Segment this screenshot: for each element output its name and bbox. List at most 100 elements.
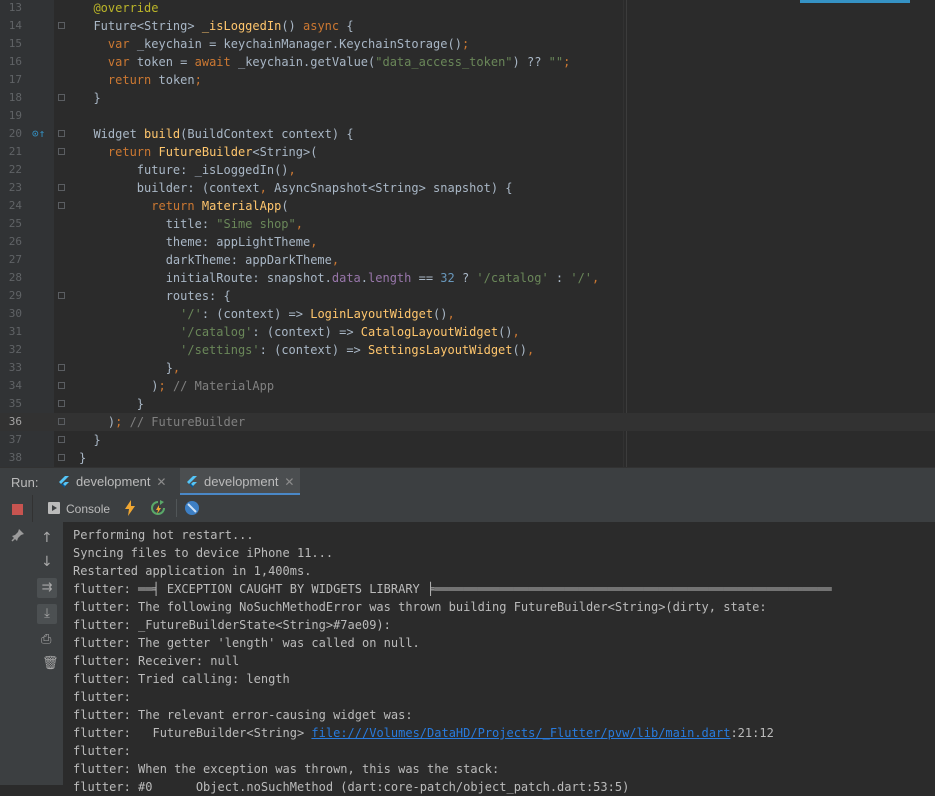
code-line[interactable]: 24 return MaterialApp( bbox=[0, 197, 935, 215]
code-text: return MaterialApp( bbox=[151, 199, 289, 213]
console-line: Performing hot restart... bbox=[73, 526, 254, 544]
code-text: future: _isLoggedIn(), bbox=[79, 163, 296, 177]
code-line[interactable]: 18 } bbox=[0, 89, 935, 107]
code-text: initialRoute: snapshot.data.length == 32… bbox=[79, 271, 600, 285]
line-number: 29 bbox=[8, 289, 22, 302]
close-icon[interactable]: ✕ bbox=[284, 468, 294, 496]
code-line[interactable]: 38} bbox=[0, 449, 935, 467]
code-line[interactable]: 26 theme: appLightTheme, bbox=[0, 233, 935, 251]
code-line[interactable]: 21 return FutureBuilder<String>( bbox=[0, 143, 935, 161]
run-label: Run: bbox=[11, 475, 39, 490]
dart-devtools-icon[interactable] bbox=[184, 500, 200, 516]
code-line[interactable]: 32 '/settings': (context) => SettingsLay… bbox=[0, 341, 935, 359]
console-text: Performing hot restart... bbox=[73, 528, 254, 542]
line-number: 33 bbox=[8, 361, 22, 374]
fold-marker-icon[interactable] bbox=[58, 418, 65, 425]
code-line[interactable]: 25 title: "Sime shop", bbox=[0, 215, 935, 233]
code-text: return token; bbox=[107, 73, 202, 87]
console-output[interactable]: Performing hot restart... Syncing files t… bbox=[63, 522, 935, 794]
hot-reload-icon[interactable] bbox=[124, 500, 136, 516]
console-line: flutter: When the exception was thrown, … bbox=[73, 760, 499, 778]
console-line: flutter: The following NoSuchMethodError… bbox=[73, 598, 767, 616]
run-tool-window-header: Run: development ✕ development ✕ bbox=[0, 467, 935, 496]
code-editor[interactable]: 13 @override 14 Future<String> _isLoggedI… bbox=[0, 0, 935, 467]
code-text: } bbox=[79, 397, 145, 411]
console-text: flutter: Receiver: null bbox=[73, 654, 240, 668]
code-line[interactable]: 17 return token; bbox=[0, 71, 935, 89]
line-number: 32 bbox=[8, 343, 22, 356]
code-text: builder: (context, AsyncSnapshot<String>… bbox=[79, 181, 513, 195]
line-number: 18 bbox=[8, 91, 22, 104]
fold-marker-icon[interactable] bbox=[58, 202, 65, 209]
run-tab-label: development bbox=[76, 474, 151, 489]
code-text: '/': (context) => LoginLayoutWidget(), bbox=[180, 307, 455, 321]
line-number: 20 bbox=[8, 127, 22, 140]
line-number: 19 bbox=[8, 109, 22, 122]
pin-icon[interactable] bbox=[11, 528, 25, 542]
fold-marker-icon[interactable] bbox=[58, 130, 65, 137]
console-text: flutter: ══╡ EXCEPTION CAUGHT BY WIDGETS… bbox=[73, 582, 832, 596]
file-link[interactable]: file:///Volumes/DataHD/Projects/_Flutter… bbox=[311, 726, 730, 740]
override-gutter-icon[interactable]: ⊙↑ bbox=[32, 127, 45, 140]
stop-icon[interactable] bbox=[12, 504, 23, 515]
code-text: title: "Sime shop", bbox=[79, 217, 303, 231]
code-text: } bbox=[79, 91, 101, 105]
line-number: 26 bbox=[8, 235, 22, 248]
console-line: Restarted application in 1,400ms. bbox=[73, 562, 311, 580]
soft-wrap-icon[interactable]: ⇉ bbox=[37, 578, 57, 598]
code-line[interactable]: 29 routes: { bbox=[0, 287, 935, 305]
line-number: 30 bbox=[8, 307, 22, 320]
trash-icon[interactable]: 🗑 bbox=[42, 656, 59, 671]
console-line: flutter: The relevant error-causing widg… bbox=[73, 706, 413, 724]
line-number: 17 bbox=[8, 73, 22, 86]
console-text: flutter: The relevant error-causing widg… bbox=[73, 708, 413, 722]
fold-marker-icon[interactable] bbox=[58, 94, 65, 101]
code-line[interactable]: 31 '/catalog': (context) => CatalogLayou… bbox=[0, 323, 935, 341]
line-number: 15 bbox=[8, 37, 22, 50]
code-line[interactable]: 22 future: _isLoggedIn(), bbox=[0, 161, 935, 179]
code-line[interactable]: 30 '/': (context) => LoginLayoutWidget()… bbox=[0, 305, 935, 323]
fold-marker-icon[interactable] bbox=[58, 400, 65, 407]
print-icon[interactable]: ⎙ bbox=[41, 632, 51, 647]
fold-marker-icon[interactable] bbox=[58, 292, 65, 299]
arrow-up-icon[interactable]: ↑ bbox=[41, 530, 53, 546]
code-text: theme: appLightTheme, bbox=[79, 235, 318, 249]
code-line[interactable]: 16 var token = await _keychain.getValue(… bbox=[0, 53, 935, 71]
code-line[interactable]: 28 initialRoute: snapshot.data.length ==… bbox=[0, 269, 935, 287]
code-line[interactable]: 27 darkTheme: appDarkTheme, bbox=[0, 251, 935, 269]
fold-marker-icon[interactable] bbox=[58, 364, 65, 371]
hot-restart-icon[interactable] bbox=[150, 500, 166, 516]
fold-marker-icon[interactable] bbox=[58, 148, 65, 155]
code-text: return FutureBuilder<String>( bbox=[107, 145, 318, 159]
line-number: 16 bbox=[8, 55, 22, 68]
fold-marker-icon[interactable] bbox=[58, 184, 65, 191]
code-line[interactable]: 15 var _keychain = keychainManager.Keych… bbox=[0, 35, 935, 53]
code-line[interactable]: 14 Future<String> _isLoggedIn() async { bbox=[0, 17, 935, 35]
code-line[interactable]: 37 } bbox=[0, 431, 935, 449]
code-line[interactable]: 13 @override bbox=[0, 0, 935, 17]
line-number: 35 bbox=[8, 397, 22, 410]
console-tab-label[interactable]: Console bbox=[66, 502, 110, 516]
arrow-down-icon[interactable]: ↓ bbox=[41, 554, 53, 570]
console-line: flutter: #0 Object.noSuchMethod (dart:co… bbox=[73, 778, 629, 796]
code-line[interactable]: 35 } bbox=[0, 395, 935, 413]
run-tab-development-2[interactable]: development ✕ bbox=[180, 468, 301, 496]
code-text: darkTheme: appDarkTheme, bbox=[79, 253, 340, 267]
run-tab-development-1[interactable]: development ✕ bbox=[52, 468, 172, 496]
scroll-to-end-icon[interactable]: ⤓ bbox=[37, 604, 57, 624]
console-text: flutter: #0 Object.noSuchMethod (dart:co… bbox=[73, 780, 630, 794]
fold-marker-icon[interactable] bbox=[58, 22, 65, 29]
code-line[interactable]: 19 bbox=[0, 107, 935, 125]
line-number: 25 bbox=[8, 217, 22, 230]
code-line[interactable]: 36 ); // FutureBuilder bbox=[0, 413, 935, 431]
fold-marker-icon[interactable] bbox=[58, 436, 65, 443]
code-line[interactable]: 33 }, bbox=[0, 359, 935, 377]
close-icon[interactable]: ✕ bbox=[156, 468, 166, 496]
code-text: var _keychain = keychainManager.Keychain… bbox=[107, 37, 470, 51]
fold-marker-icon[interactable] bbox=[58, 382, 65, 389]
fold-marker-icon[interactable] bbox=[58, 454, 65, 461]
line-number: 27 bbox=[8, 253, 22, 266]
code-line[interactable]: 34 ); // MaterialApp bbox=[0, 377, 935, 395]
code-line[interactable]: 23 builder: (context, AsyncSnapshot<Stri… bbox=[0, 179, 935, 197]
code-line[interactable]: 20 Widget build(BuildContext context) { bbox=[0, 125, 935, 143]
